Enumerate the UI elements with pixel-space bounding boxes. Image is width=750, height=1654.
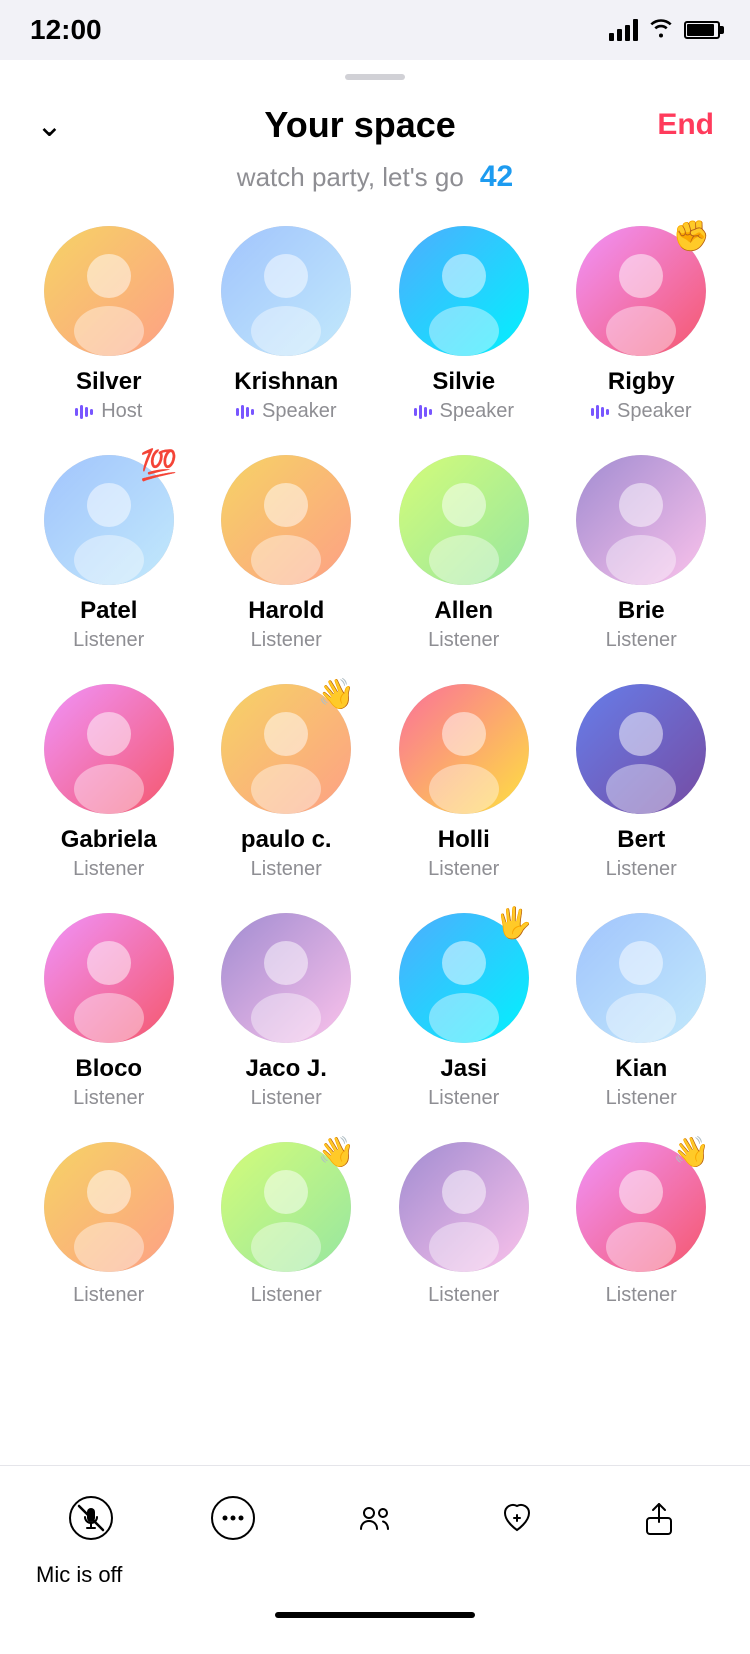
avatar-emoji: 👋 (318, 680, 355, 710)
participant-item[interactable]: Silvie Speaker (375, 218, 553, 431)
avatar-emoji: 👋 (673, 1138, 710, 1168)
participant-role: Listener (428, 858, 499, 881)
participant-item[interactable]: Krishnan Speaker (198, 218, 376, 431)
participant-item[interactable]: 🖐️ Jasi Listener (375, 905, 553, 1118)
participant-name: Gabriela (61, 826, 157, 854)
avatar-emoji: 🖐️ (495, 909, 532, 939)
page-title: Your space (264, 104, 455, 146)
avatar-emoji: ✊ (673, 222, 710, 252)
participant-name: Harold (248, 597, 324, 625)
participant-name: Bert (617, 826, 665, 854)
avatar-emoji: 💯 (140, 451, 177, 481)
subtitle-text: watch party, let's go (237, 162, 464, 193)
participant-name: Bloco (75, 1055, 142, 1083)
avatar-emoji: 👋 (318, 1138, 355, 1168)
participant-item[interactable]: Listener (375, 1134, 553, 1315)
participant-role: Listener (606, 1087, 677, 1110)
status-bar: 12:00 (0, 0, 750, 60)
participant-name: Patel (80, 597, 137, 625)
main-container: ⌄ Your space End watch party, let's go 4… (0, 74, 750, 1654)
participant-item[interactable]: Bloco Listener (20, 905, 198, 1118)
participant-role: Listener (251, 1284, 322, 1307)
participant-role: Listener (73, 1087, 144, 1110)
more-options-button[interactable] (191, 1486, 275, 1550)
participant-item[interactable]: 👋 Listener (198, 1134, 376, 1315)
bottom-toolbar: Mic is off (0, 1465, 750, 1640)
participant-role: Listener (251, 858, 322, 881)
participant-role: Listener (606, 858, 677, 881)
people-button[interactable] (333, 1486, 417, 1550)
header: ⌄ Your space End (0, 80, 750, 154)
heart-plus-button[interactable] (475, 1486, 559, 1550)
mic-button[interactable] (49, 1486, 133, 1550)
wifi-icon (648, 16, 674, 44)
participant-item[interactable]: ✊ Rigby Speaker (553, 218, 731, 431)
mic-off-icon (69, 1496, 113, 1540)
participant-item[interactable]: Jaco J. Listener (198, 905, 376, 1118)
soundwave-icon (236, 405, 254, 419)
chevron-down-icon[interactable]: ⌄ (36, 106, 63, 144)
participant-role: Listener (606, 629, 677, 652)
share-button[interactable] (617, 1486, 701, 1550)
soundwave-icon (75, 405, 93, 419)
participant-role: Listener (251, 1087, 322, 1110)
participant-item[interactable]: Listener (20, 1134, 198, 1315)
participant-item[interactable]: 💯 Patel Listener (20, 447, 198, 660)
participant-name: Silver (76, 368, 141, 396)
participant-role: Listener (428, 1284, 499, 1307)
participant-role: Listener (251, 629, 322, 652)
mic-off-label: Mic is off (0, 1558, 750, 1604)
status-time: 12:00 (30, 14, 102, 46)
participant-name: Silvie (432, 368, 495, 396)
participant-item[interactable]: Bert Listener (553, 676, 731, 889)
participant-name: Kian (615, 1055, 667, 1083)
participant-role: Host (75, 400, 142, 423)
signal-icon (609, 19, 638, 41)
participant-name: Krishnan (234, 368, 338, 396)
toolbar-icons (0, 1486, 750, 1550)
participant-role: Listener (73, 858, 144, 881)
listener-count: 42 (480, 160, 513, 194)
end-button[interactable]: End (657, 108, 714, 142)
participant-item[interactable]: Kian Listener (553, 905, 731, 1118)
participant-item[interactable]: Holli Listener (375, 676, 553, 889)
participant-item[interactable]: Allen Listener (375, 447, 553, 660)
subtitle-row: watch party, let's go 42 (0, 154, 750, 218)
participant-role: Speaker (591, 400, 692, 423)
participant-item[interactable]: Brie Listener (553, 447, 731, 660)
speakers-grid: Silver Host Krishnan Speaker (0, 218, 750, 431)
participant-role: Listener (428, 1087, 499, 1110)
participant-name: Allen (434, 597, 493, 625)
participant-name: Jaco J. (246, 1055, 327, 1083)
status-icons (609, 16, 720, 44)
participant-name: Brie (618, 597, 665, 625)
participant-role: Speaker (414, 400, 515, 423)
participant-name: Jasi (440, 1055, 487, 1083)
participant-item[interactable]: Silver Host (20, 218, 198, 431)
participant-name: Rigby (608, 368, 675, 396)
participant-name: Holli (438, 826, 490, 854)
soundwave-icon (414, 405, 432, 419)
participant-item[interactable]: 👋 Listener (553, 1134, 731, 1315)
share-icon (637, 1496, 681, 1540)
participant-role: Speaker (236, 400, 337, 423)
participant-role: Listener (73, 629, 144, 652)
people-icon (353, 1496, 397, 1540)
more-icon (211, 1496, 255, 1540)
listeners-grid: 💯 Patel Listener Harold Listener (0, 447, 750, 1315)
participant-name: paulo c. (241, 826, 332, 854)
participant-item[interactable]: Harold Listener (198, 447, 376, 660)
home-indicator (275, 1612, 475, 1618)
participant-role: Listener (606, 1284, 677, 1307)
soundwave-icon (591, 405, 609, 419)
participant-item[interactable]: 👋 paulo c. Listener (198, 676, 376, 889)
participant-role: Listener (428, 629, 499, 652)
participant-role: Listener (73, 1284, 144, 1307)
participant-item[interactable]: Gabriela Listener (20, 676, 198, 889)
battery-icon (684, 21, 720, 39)
heart-plus-icon (495, 1496, 539, 1540)
